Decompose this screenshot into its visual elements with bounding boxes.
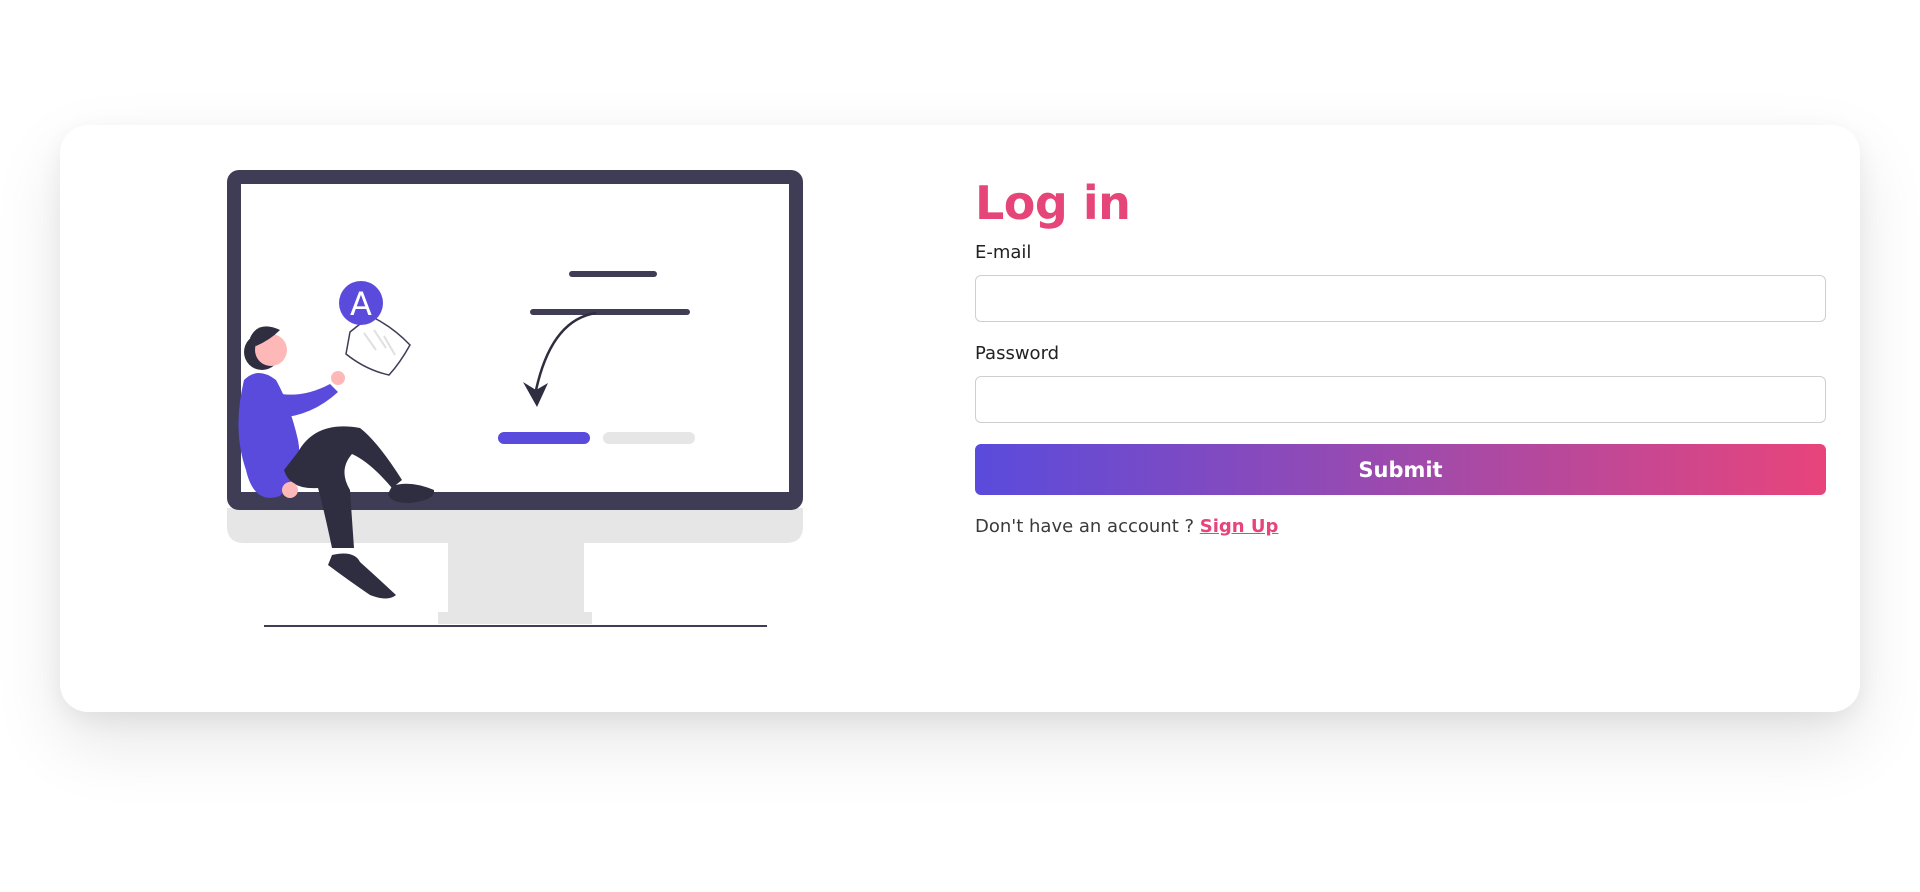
- signup-prompt: Don't have an account ?: [975, 516, 1195, 537]
- login-form: Log in E-mail Password Submit Don't have…: [975, 175, 1826, 539]
- login-card: A Log in E-mail Password Submit Don't ha…: [60, 125, 1860, 712]
- password-field[interactable]: [975, 376, 1826, 423]
- monitor-stand: [448, 540, 584, 620]
- page: A Log in E-mail Password Submit Don't ha…: [0, 0, 1920, 892]
- email-field[interactable]: [975, 275, 1826, 322]
- monitor-base: [438, 612, 592, 624]
- person-hand: [282, 482, 298, 498]
- password-label: Password: [975, 343, 1060, 364]
- person-shoe: [328, 553, 396, 599]
- person-hand: [331, 371, 345, 385]
- screen-progress-inactive: [603, 432, 695, 444]
- email-label: E-mail: [975, 242, 1032, 263]
- signup-row: Don't have an account ? Sign Up: [975, 515, 1826, 539]
- monitor-chin: [227, 508, 803, 543]
- login-illustration: A: [227, 170, 803, 627]
- signup-link[interactable]: Sign Up: [1200, 516, 1279, 537]
- submit-button[interactable]: Submit: [975, 444, 1826, 495]
- page-title: Log in: [975, 176, 1131, 230]
- screen-progress-active: [498, 432, 590, 444]
- avatar-letter: A: [350, 285, 372, 323]
